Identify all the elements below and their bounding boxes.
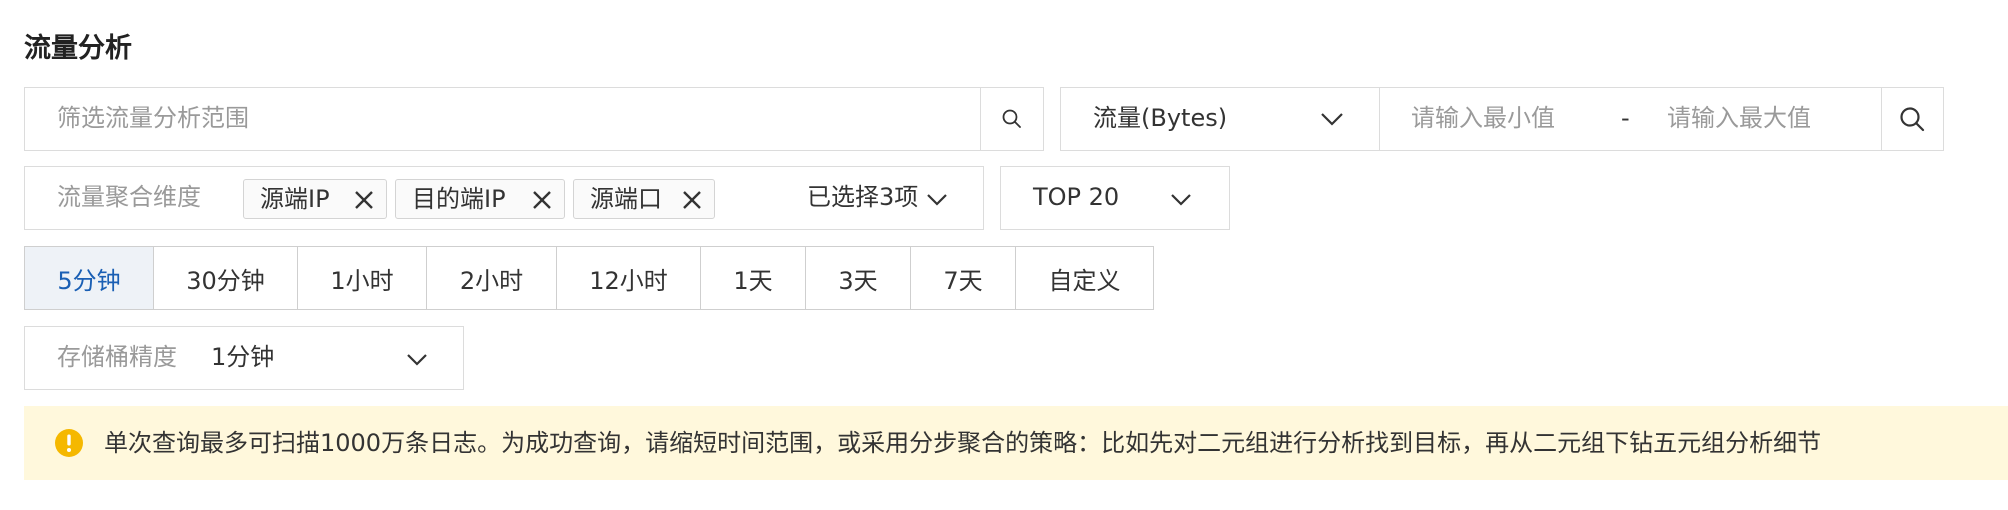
min-value-input[interactable]: 请输入最小值 [1411,102,1555,134]
page-title: 流量分析 [24,33,132,64]
time-option-2h[interactable]: 2小时 [426,247,556,309]
close-icon[interactable] [352,188,376,212]
chevron-down-icon [923,185,951,213]
dimension-tag: 目的端IP [395,179,565,219]
metric-select-value: 流量(Bytes) [1093,104,1228,132]
bucket-precision-value: 1分钟 [211,343,275,371]
dimension-summary: 已选择3项 [807,183,919,211]
metric-select[interactable]: 流量(Bytes) [1061,88,1379,149]
time-option-5min[interactable]: 5分钟 [25,247,153,309]
dimension-label: 流量聚合维度 [57,183,201,211]
scope-search-box[interactable]: 筛选流量分析范围 [24,87,1044,151]
range-separator: - [1621,104,1630,132]
time-range-selector: 5分钟 30分钟 1小时 2小时 12小时 1天 3天 7天 自定义 [24,246,1154,310]
warning-icon [54,428,84,458]
time-option-12h[interactable]: 12小时 [556,247,700,309]
search-icon[interactable] [1882,88,1942,149]
dimension-select[interactable]: 流量聚合维度 源端IP 目的端IP 源端口 已选择3项 [24,166,984,230]
metric-filter-group: 流量(Bytes) 请输入最小值 - 请输入最大值 [1060,87,1944,151]
scope-search-input[interactable]: 筛选流量分析范围 [57,102,249,134]
time-option-7d[interactable]: 7天 [910,247,1015,309]
time-option-1d[interactable]: 1天 [700,247,805,309]
notice-text: 单次查询最多可扫描1000万条日志。为成功查询，请缩短时间范围，或采用分步聚合的… [104,429,1822,457]
time-option-1h[interactable]: 1小时 [297,247,426,309]
chevron-down-icon [403,345,431,373]
query-limit-notice: 单次查询最多可扫描1000万条日志。为成功查询，请缩短时间范围，或采用分步聚合的… [24,406,2008,480]
close-icon[interactable] [530,188,554,212]
time-option-30min[interactable]: 30分钟 [153,247,297,309]
dimension-tag: 源端口 [573,179,715,219]
top-n-value: TOP 20 [1033,183,1120,211]
bucket-precision-label: 存储桶精度 [57,343,177,371]
time-option-custom[interactable]: 自定义 [1015,247,1153,309]
dimension-tag: 源端IP [243,179,387,219]
bucket-precision-select[interactable]: 存储桶精度 1分钟 [24,326,464,390]
chevron-down-icon [1317,104,1347,134]
chevron-down-icon [1167,185,1195,213]
time-option-3d[interactable]: 3天 [805,247,910,309]
close-icon[interactable] [680,188,704,212]
top-n-select[interactable]: TOP 20 [1000,166,1230,230]
search-icon[interactable] [981,88,1043,149]
max-value-input[interactable]: 请输入最大值 [1667,102,1811,134]
